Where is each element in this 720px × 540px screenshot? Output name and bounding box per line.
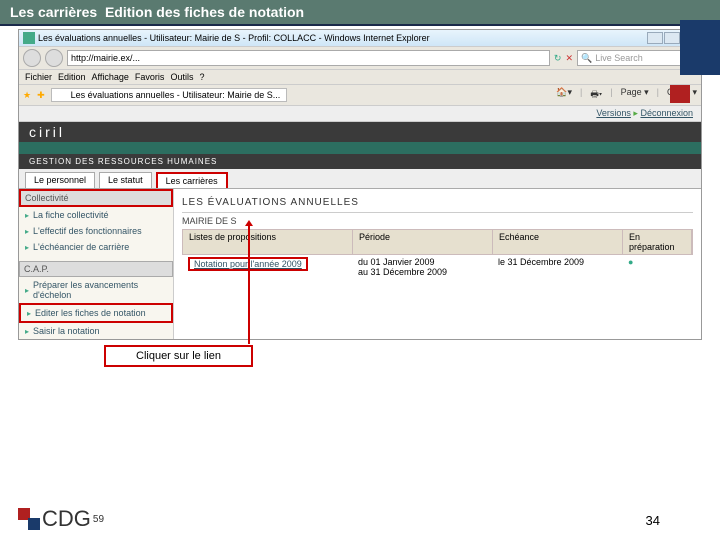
ie-address-bar: http://mairie.ex/... ↻ ✕ 🔍 Live Search (19, 46, 701, 70)
title-part-a: Les carrières (10, 4, 97, 20)
app-content: Versions ▸ Déconnexion ciril GESTION DES… (19, 106, 701, 339)
callout-text: Cliquer sur le lien (136, 350, 221, 362)
browser-tab[interactable]: Les évaluations annuelles - Utilisateur:… (51, 88, 288, 102)
maximize-button[interactable] (664, 32, 680, 44)
feed-icon[interactable]: 🖶▾ (590, 87, 602, 103)
grid-header: Listes de propositions Période Echéance … (182, 229, 693, 255)
ie-tab-row: ★ ✚ Les évaluations annuelles - Utilisat… (19, 85, 701, 106)
main-panel: LES ÉVALUATIONS ANNUELLES MAIRIE DE S Li… (174, 189, 701, 339)
favorites-icon[interactable]: ★ (23, 90, 31, 101)
tab-personnel[interactable]: Le personnel (25, 172, 95, 188)
search-field[interactable]: 🔍 Live Search (577, 50, 697, 66)
page-menu[interactable]: Page ▾ (621, 87, 649, 103)
sidebar-item-avancements[interactable]: Préparer les avancements d'échelon (19, 277, 173, 303)
menu-fichier[interactable]: Fichier (25, 72, 52, 82)
module-tabs: Le personnel Le statut Les carrières (19, 169, 701, 189)
cdg-logo: CDG59 (18, 506, 104, 532)
col-periode: Période (353, 230, 493, 254)
versions-link[interactable]: Versions (596, 108, 631, 119)
menu-outils[interactable]: Outils (170, 72, 193, 82)
grid-row: Notation pour l'année 2009 du 01 Janvier… (182, 255, 693, 279)
favicon-icon (23, 32, 35, 44)
logo-icon (18, 508, 40, 530)
page-number: 34 (646, 513, 660, 528)
tab-statut[interactable]: Le statut (99, 172, 152, 188)
panel-collectivite-head[interactable]: Collectivité (19, 189, 173, 207)
sidebar: Collectivité La fiche collectivité L'eff… (19, 189, 174, 339)
back-button[interactable] (23, 49, 41, 67)
sidebar-item-echeancier[interactable]: L'échéancier de carrière (19, 239, 173, 255)
sidebar-item-saisir-notation[interactable]: Saisir la notation (19, 323, 173, 339)
cell-periode: du 01 Janvier 2009 au 31 Décembre 2009 (352, 257, 492, 277)
menu-favoris[interactable]: Favoris (135, 72, 165, 82)
cell-echeance: le 31 Décembre 2009 (492, 257, 622, 277)
ie-menu-bar: Fichier Edition Affichage Favoris Outils… (19, 70, 701, 85)
url-field[interactable]: http://mairie.ex/... (67, 50, 550, 66)
stop-icon[interactable]: ✕ (565, 53, 573, 64)
sidebar-item-effectif[interactable]: L'effectif des fonctionnaires (19, 223, 173, 239)
teal-band (19, 142, 701, 154)
panel-cap-head[interactable]: C.A.P. (19, 261, 173, 277)
callout-arrow (248, 222, 250, 344)
app-topbar: Versions ▸ Déconnexion (19, 106, 701, 122)
brand-band: ciril (19, 122, 701, 142)
refresh-icon[interactable]: ↻ (554, 53, 562, 64)
search-icon: 🔍 (581, 53, 592, 64)
add-favorite-icon[interactable]: ✚ (37, 90, 45, 101)
cell-preparation: ● (622, 257, 693, 277)
ie-window: Les évaluations annuelles - Utilisateur:… (18, 29, 702, 340)
col-preparation: En préparation (623, 230, 692, 254)
menu-help[interactable]: ? (199, 72, 204, 82)
deco-red-block (670, 85, 690, 103)
minimize-button[interactable] (647, 32, 663, 44)
sub-title: MAIRIE DE S (182, 213, 693, 229)
forward-button[interactable] (45, 49, 63, 67)
logout-link[interactable]: Déconnexion (640, 108, 693, 119)
tab-favicon-icon (58, 90, 68, 100)
home-icon[interactable]: 🏠▾ (556, 87, 572, 103)
sidebar-item-fiche-collectivite[interactable]: La fiche collectivité (19, 207, 173, 223)
menu-affichage[interactable]: Affichage (92, 72, 129, 82)
logo-text: CDG (42, 506, 91, 532)
main-title: LES ÉVALUATIONS ANNUELLES (182, 193, 693, 213)
sidebar-item-editer-fiches[interactable]: Editer les fiches de notation (19, 303, 173, 323)
menu-edition[interactable]: Edition (58, 72, 86, 82)
title-part-b: Edition des fiches de notation (105, 4, 304, 20)
col-echeance: Echéance (493, 230, 623, 254)
tab-carrieres[interactable]: Les carrières (156, 172, 228, 188)
callout-box: Cliquer sur le lien (104, 345, 253, 367)
tab-label: Les évaluations annuelles - Utilisateur:… (71, 90, 281, 100)
brand-text: ciril (29, 124, 65, 140)
deco-blue-block (680, 20, 720, 75)
module-label: GESTION DES RESSOURCES HUMAINES (19, 154, 701, 169)
ie-titlebar: Les évaluations annuelles - Utilisateur:… (19, 30, 701, 46)
col-propositions: Listes de propositions (183, 230, 353, 254)
slide-title: Les carrières Edition des fiches de nota… (0, 0, 720, 26)
url-text: http://mairie.ex/... (71, 53, 140, 63)
window-title: Les évaluations annuelles - Utilisateur:… (38, 33, 430, 43)
logo-sup: 59 (93, 514, 104, 525)
search-placeholder: Live Search (595, 53, 643, 63)
